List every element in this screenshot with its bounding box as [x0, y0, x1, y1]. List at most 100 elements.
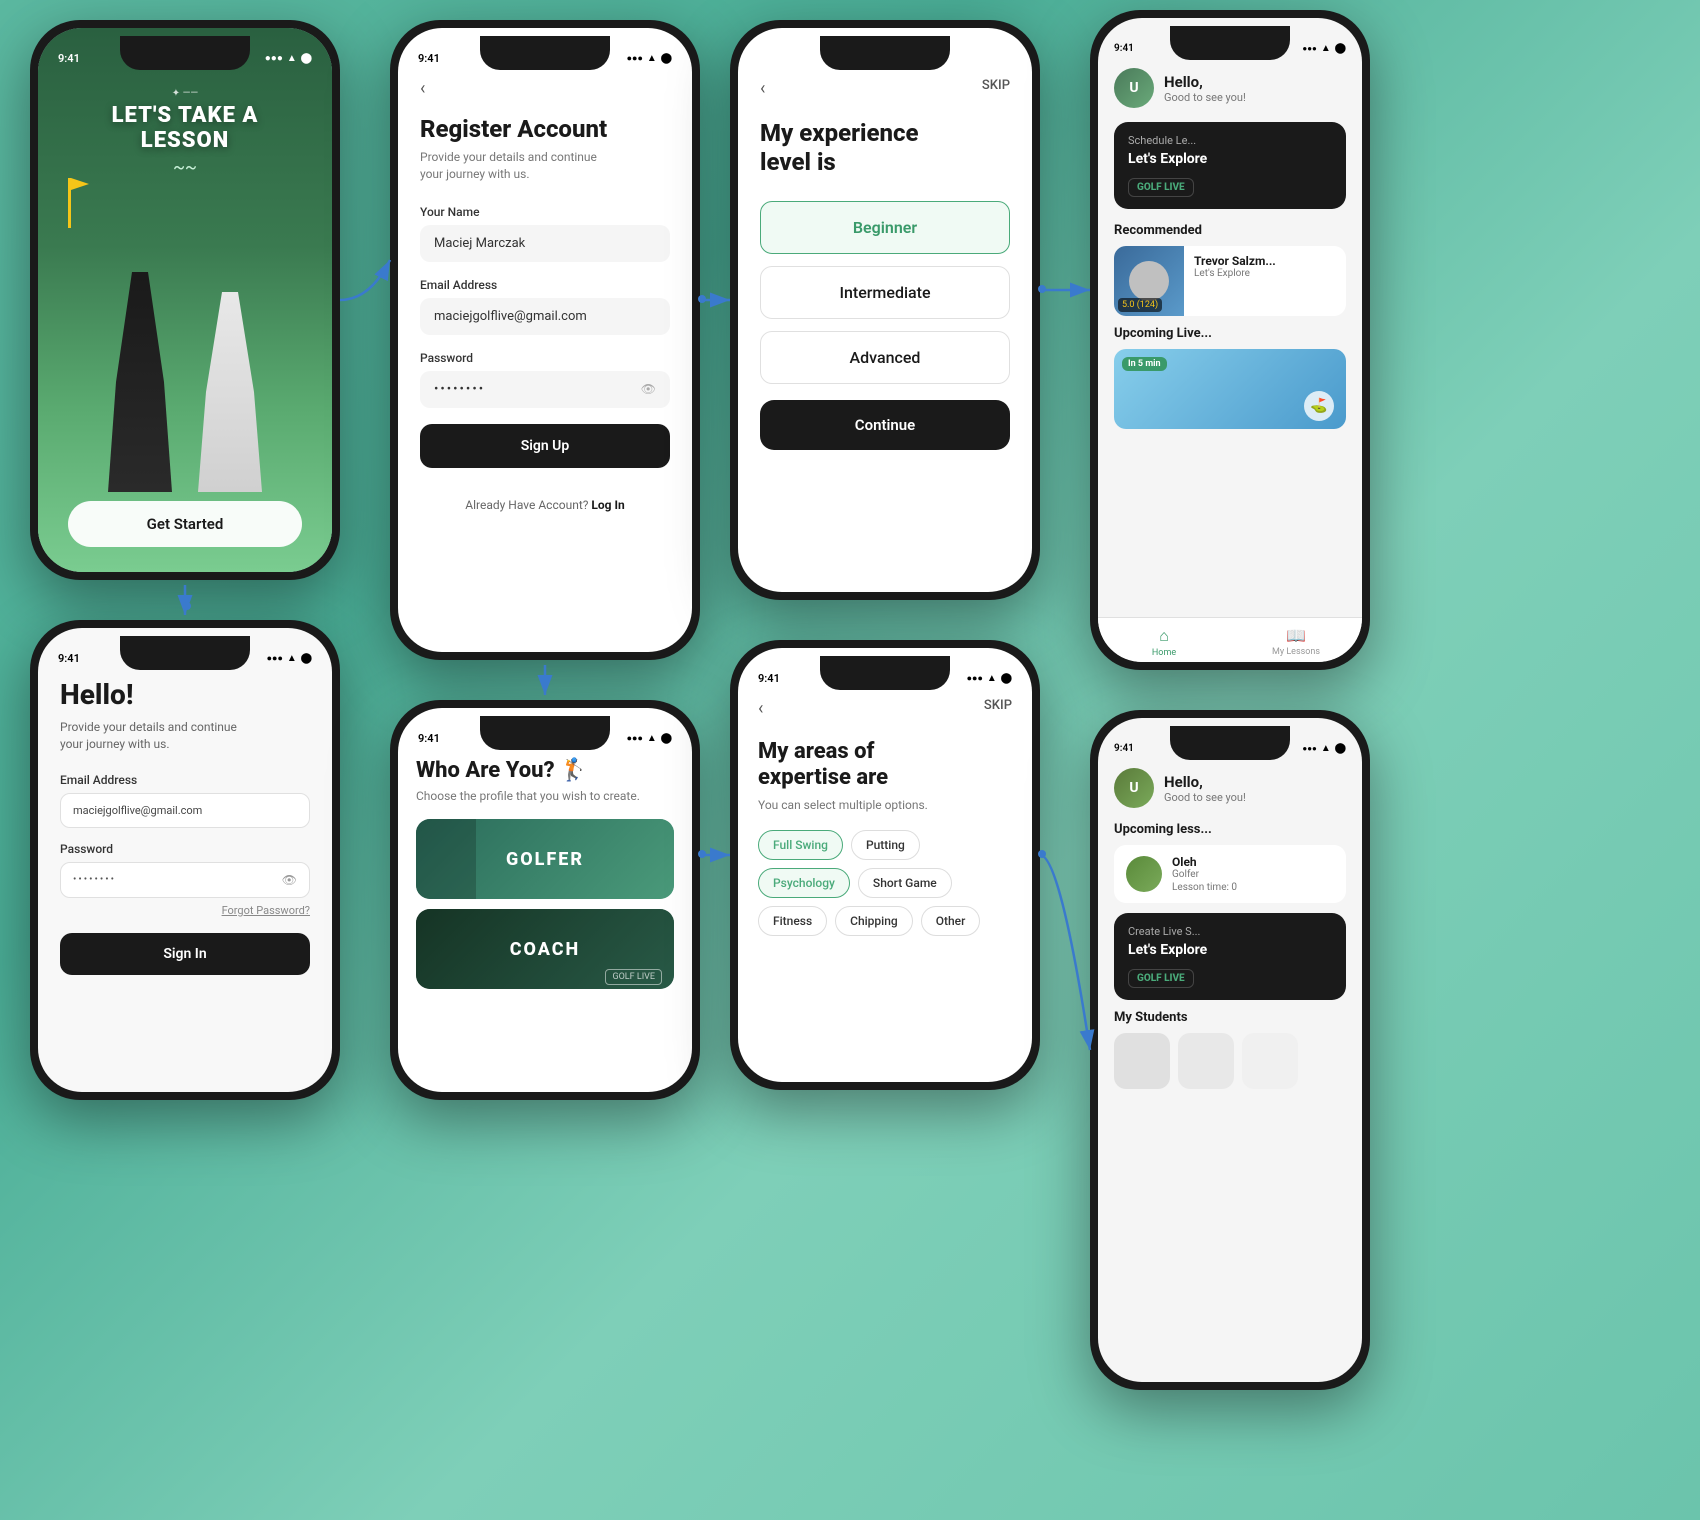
phone-expertise: 9:41 ●●●▲⬤ ‹ SKIP My areas of expertise …: [730, 640, 1040, 1090]
back-button-phone3[interactable]: ‹: [420, 78, 670, 99]
upcoming-section-title: Upcoming Live...: [1114, 326, 1346, 341]
phone-login: 9:41 ●●●▲⬤ Hello! Provide your details a…: [30, 620, 340, 1100]
create-subtitle: Let's Explore: [1128, 942, 1332, 958]
tag-short-game[interactable]: Short Game: [858, 868, 952, 898]
get-started-button[interactable]: Get Started: [68, 501, 302, 547]
password-field-phone2[interactable]: •••••••• 👁: [60, 862, 310, 898]
tag-fitness[interactable]: Fitness: [758, 906, 827, 936]
nav-lessons-phone7[interactable]: 📖 My Lessons: [1230, 626, 1362, 658]
lesson-name: Oleh: [1172, 855, 1237, 869]
phone-home: 9:41 ●●●▲⬤ U Hello, Good to see you! Sch…: [1090, 10, 1370, 670]
eye-icon-phone2[interactable]: 👁: [282, 873, 297, 887]
coach-card[interactable]: COACH GOLF LIVE: [416, 909, 674, 989]
status-icons-phone4: ●●●▲⬤: [627, 733, 672, 744]
hero-title-line1: LET'S TAKE A: [38, 103, 332, 128]
create-card-phone8[interactable]: Create Live S... Let's Explore GOLF LIVE: [1114, 913, 1346, 1000]
arrow-dot-1: [183, 602, 191, 610]
my-students-title: My Students: [1114, 1010, 1346, 1025]
email-field-phone2[interactable]: maciejgolflive@gmail.com: [60, 793, 310, 828]
status-icons-phone1: ●●●▲⬤: [265, 53, 312, 64]
login-link[interactable]: Log In: [591, 498, 624, 512]
phone-home2: 9:41 ●●●▲⬤ U Hello, Good to see you! Upc…: [1090, 710, 1370, 1390]
tag-chipping[interactable]: Chipping: [835, 906, 913, 936]
tag-putting[interactable]: Putting: [851, 830, 920, 860]
status-time-phone7: 9:41: [1114, 43, 1134, 54]
email-field-phone3[interactable]: maciejgolflive@gmail.com: [420, 298, 670, 335]
golfer-card[interactable]: GOLFER: [416, 819, 674, 899]
status-icons-phone7: ●●●▲⬤: [1302, 43, 1346, 54]
email-label-phone3: Email Address: [420, 278, 670, 292]
tag-psychology[interactable]: Psychology: [758, 868, 850, 898]
good-to-text-phone7: Good to see you!: [1164, 91, 1246, 104]
recommended-section-title: Recommended: [1114, 223, 1346, 238]
arrow-dot-2: [698, 295, 706, 303]
golfer-label: GOLFER: [506, 849, 584, 870]
instructor-name: Trevor Salzm...: [1194, 254, 1276, 268]
login-title: Hello!: [60, 678, 310, 711]
login-subtitle: Provide your details and continue your j…: [60, 719, 310, 753]
arrow-dot-3: [698, 850, 706, 858]
coach-label: COACH: [510, 939, 581, 960]
recommended-card-phone7[interactable]: 5.0 (124) Trevor Salzm... Let's Explore: [1114, 246, 1346, 316]
eye-icon-phone3[interactable]: 👁: [641, 382, 656, 396]
phone-experience: ‹ SKIP My experience level is Beginner I…: [730, 20, 1040, 600]
signup-button[interactable]: Sign Up: [420, 424, 670, 468]
instructor-image: 5.0 (124): [1114, 246, 1184, 316]
password-field-phone3[interactable]: •••••••• 👁: [420, 371, 670, 408]
sign-in-button[interactable]: Sign In: [60, 933, 310, 975]
lesson-role: Golfer: [1172, 869, 1237, 880]
hello-greeting-phone8: Hello,: [1164, 773, 1246, 791]
intermediate-option[interactable]: Intermediate: [760, 266, 1010, 319]
tag-other[interactable]: Other: [921, 906, 981, 936]
skip-button-phone5[interactable]: SKIP: [982, 78, 1010, 99]
status-icons-phone6: ●●●▲⬤: [967, 673, 1012, 684]
skip-button-phone6[interactable]: SKIP: [984, 698, 1012, 719]
nav-home-phone7[interactable]: ⌂ Home: [1098, 626, 1230, 658]
email-label-phone2: Email Address: [60, 773, 310, 787]
phone-splash: 9:41 ●●●▲⬤ ✦ —— LET'S: [30, 20, 340, 580]
register-title: Register Account: [420, 115, 670, 143]
user-avatar-phone7: U: [1114, 68, 1154, 108]
golf-live-badge-phone4: GOLF LIVE: [605, 969, 662, 985]
status-time-phone1: 9:41: [58, 52, 80, 65]
golf-live-badge-phone7: GOLF LIVE: [1128, 178, 1194, 197]
advanced-option[interactable]: Advanced: [760, 331, 1010, 384]
status-icons-phone2: ●●●▲⬤: [267, 653, 312, 664]
phone-register: 9:41 ●●●▲⬤ ‹ Register Account Provide yo…: [390, 20, 700, 660]
create-label: Create Live S...: [1128, 925, 1332, 938]
back-button-phone5[interactable]: ‹: [760, 78, 765, 99]
experience-title: My experience level is: [760, 119, 1010, 177]
lessons-icon: 📖: [1286, 626, 1306, 645]
status-time-phone6: 9:41: [758, 672, 780, 685]
name-field[interactable]: Maciej Marczak: [420, 225, 670, 262]
status-time-phone3: 9:41: [418, 52, 440, 65]
arrow-dot-5: [1038, 850, 1046, 858]
golf-live-badge-phone8: GOLF LIVE: [1128, 969, 1194, 988]
lesson-avatar: [1126, 856, 1162, 892]
expertise-title: My areas of expertise are: [758, 739, 1012, 792]
continue-button-phone5[interactable]: Continue: [760, 400, 1010, 450]
schedule-label: Schedule Le...: [1128, 134, 1332, 147]
upcoming-card-phone7[interactable]: ⛳ In 5 min: [1114, 349, 1346, 429]
beginner-option[interactable]: Beginner: [760, 201, 1010, 254]
forgot-password-link[interactable]: Forgot Password?: [60, 904, 310, 917]
password-label-phone3: Password: [420, 351, 670, 365]
back-button-phone6[interactable]: ‹: [758, 698, 763, 719]
status-time-phone8: 9:41: [1114, 743, 1134, 754]
home-icon: ⌂: [1159, 626, 1169, 646]
name-label: Your Name: [420, 205, 670, 219]
schedule-card-phone7[interactable]: Schedule Le... Let's Explore GOLF LIVE: [1114, 122, 1346, 209]
arrow-dot-4: [1038, 285, 1046, 293]
tag-full-swing[interactable]: Full Swing: [758, 830, 843, 860]
status-time-phone4: 9:41: [418, 732, 440, 745]
expertise-subtitle: You can select multiple options.: [758, 798, 1012, 812]
phone-who-are-you: 9:41 ●●●▲⬤ Who Are You? 🏌 Choose the pro…: [390, 700, 700, 1100]
who-title: Who Are You? 🏌: [416, 758, 674, 783]
instructor-rating: 5.0 (124): [1118, 298, 1162, 312]
lesson-card-phone8[interactable]: Oleh Golfer Lesson time: 0: [1114, 845, 1346, 903]
password-label-phone2: Password: [60, 842, 310, 856]
status-time-phone2: 9:41: [58, 652, 80, 665]
user-avatar-phone8: U: [1114, 768, 1154, 808]
register-subtitle: Provide your details and continue your j…: [420, 149, 670, 183]
hero-title-line2: LESSON: [38, 128, 332, 153]
